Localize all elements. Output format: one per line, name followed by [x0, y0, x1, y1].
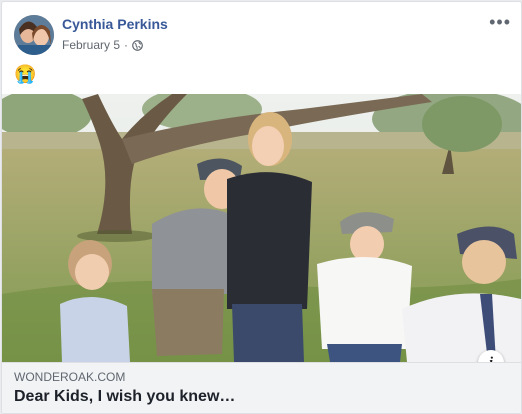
- avatar-photo: [14, 15, 54, 55]
- link-domain: WONDEROAK.COM: [14, 370, 126, 384]
- feed-post: Cynthia Perkins February 5 · ••• 😭 WONDE…: [1, 1, 522, 414]
- author-name[interactable]: Cynthia Perkins: [62, 16, 168, 32]
- link-preview[interactable]: WONDEROAK.COM Dear Kids, I wish you knew…: [2, 362, 521, 413]
- meta-separator: ·: [124, 38, 129, 52]
- shared-link-image[interactable]: [2, 94, 521, 362]
- post-date[interactable]: February 5: [62, 38, 120, 52]
- author-avatar[interactable]: [14, 15, 54, 55]
- family-photo: [2, 94, 521, 362]
- post-meta: February 5 ·: [62, 38, 143, 52]
- status-text: 😭: [14, 64, 37, 84]
- post-header: Cynthia Perkins February 5 · •••: [2, 2, 521, 64]
- more-options-icon[interactable]: •••: [489, 12, 511, 33]
- globe-icon[interactable]: [132, 39, 143, 51]
- link-title[interactable]: Dear Kids, I wish you knew…: [14, 388, 235, 406]
